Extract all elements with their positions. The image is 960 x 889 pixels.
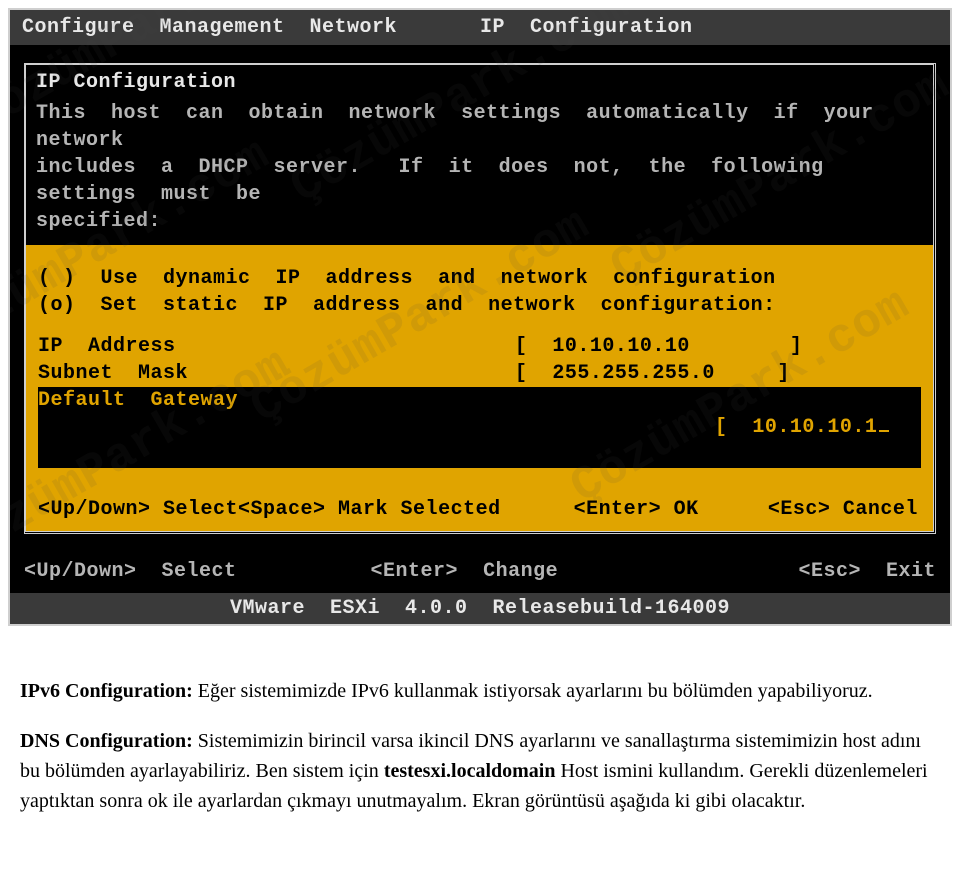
header-title-left: Configure Management Network (22, 16, 480, 39)
ip-config-dialog: IP Configuration This host can obtain ne… (24, 63, 936, 534)
text-ipv6: Eğer sistemimizde IPv6 kullanmak istiyor… (193, 680, 873, 702)
field-ip-address[interactable]: IP Address [ 10.10.10.10 ] (38, 333, 921, 360)
field-subnet-mask[interactable]: Subnet Mask [ 255.255.255.0 ] (38, 360, 921, 387)
field-gw-value: [ 10.10.10.1 ] (515, 387, 952, 468)
label-ipv6: IPv6 Configuration: (20, 680, 193, 702)
field-mask-label: Subnet Mask (38, 360, 515, 387)
hostname-bold: testesxi.localdomain (384, 760, 556, 782)
outer-hint-esc: <Esc> Exit (699, 560, 936, 583)
dialog-options: ( ) Use dynamic IP address and network c… (26, 245, 933, 480)
esxi-console: ÇözümPark.com ÇözümPark.com ÇözümPark.co… (8, 8, 952, 626)
dialog-key-hints: <Up/Down> Select <Space> Mark Selected <… (26, 480, 933, 531)
field-ip-label: IP Address (38, 333, 515, 360)
field-mask-value: [ 255.255.255.0 ] (515, 360, 921, 387)
hint-esc: <Esc> Cancel (768, 496, 927, 523)
gw-value-prefix: [ 10.10.10.1 (715, 416, 878, 439)
field-default-gateway[interactable]: Default Gateway [ 10.10.10.1 ] (38, 387, 921, 468)
outer-key-hints: <Up/Down> Select <Enter> Change <Esc> Ex… (10, 540, 950, 593)
field-ip-value: [ 10.10.10.10 ] (515, 333, 921, 360)
label-dns: DNS Configuration: (20, 730, 193, 752)
hint-space: <Space> Mark Selected (238, 496, 574, 523)
outer-hint-enter: <Enter> Change (371, 560, 699, 583)
paragraph-dns: DNS Configuration: Sistemimizin birincil… (20, 726, 940, 816)
dialog-help-text: This host can obtain network settings au… (26, 96, 933, 245)
hint-updown: <Up/Down> Select (38, 496, 238, 523)
console-status-bar: VMware ESXi 4.0.0 Releasebuild-164009 (10, 593, 950, 624)
radio-dynamic-ip[interactable]: ( ) Use dynamic IP address and network c… (38, 265, 921, 292)
header-title-right: IP Configuration (480, 16, 938, 39)
gw-value-suffix: ] (889, 416, 952, 439)
console-header: Configure Management Network IP Configur… (10, 10, 950, 45)
dialog-title: IP Configuration (26, 65, 933, 96)
outer-hint-updown: <Up/Down> Select (24, 560, 371, 583)
hint-enter: <Enter> OK (574, 496, 768, 523)
document-body: IPv6 Configuration: Eğer sistemimizde IP… (10, 626, 950, 846)
radio-static-ip[interactable]: (o) Set static IP address and network co… (38, 292, 921, 319)
field-gw-label: Default Gateway (38, 387, 515, 468)
text-cursor-icon (879, 430, 889, 432)
paragraph-ipv6: IPv6 Configuration: Eğer sistemimizde IP… (20, 676, 940, 706)
